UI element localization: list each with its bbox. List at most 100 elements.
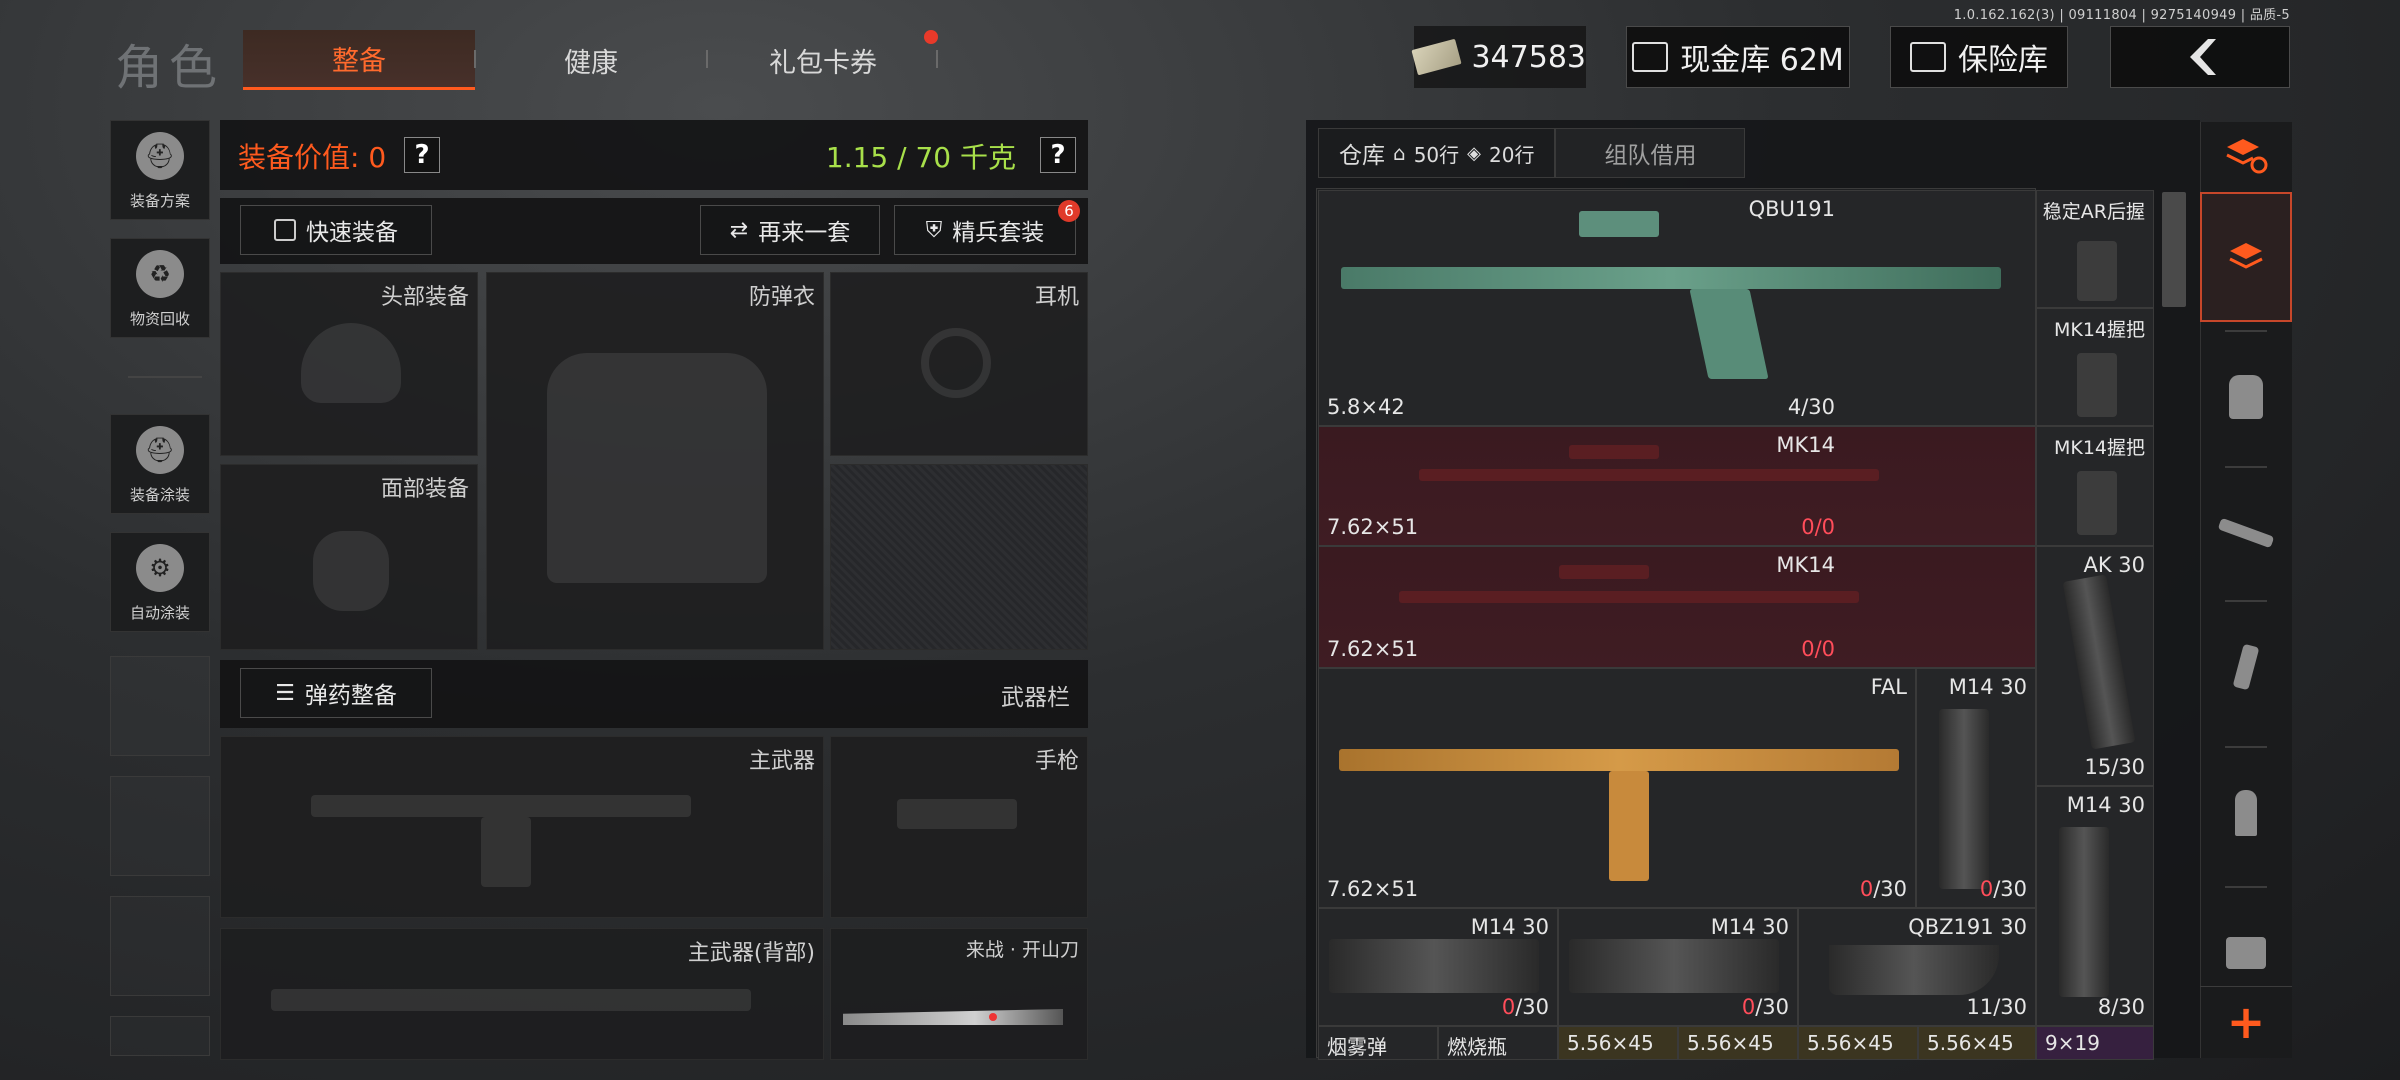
storage-item-mk14[interactable]: MK14 7.62×51 0/0 <box>1318 546 2036 668</box>
magazine-image <box>2062 574 2136 750</box>
rifle-mag-image <box>1689 289 1769 379</box>
body-armor-label: 防弹衣 <box>748 285 815 310</box>
storage-item-qbu191[interactable]: QBU191 5.8×42 4/30 <box>1318 190 2036 426</box>
back-button[interactable] <box>2110 26 2290 88</box>
storage-item-ammo-556[interactable]: 5.56×45 <box>1678 1026 1798 1060</box>
ammo-prep-button[interactable]: ☰ 弹药整备 <box>240 668 432 718</box>
head-gear-label: 头部装备 <box>380 285 469 310</box>
melee-slot[interactable]: 来战 · 开山刀 <box>830 928 1088 1060</box>
face-gear-label: 面部装备 <box>380 477 469 502</box>
storage-item-mk14-grip[interactable]: MK14握把 <box>2036 426 2154 546</box>
item-name: M14 30 <box>1470 915 1549 939</box>
item-name: M14 30 <box>2066 793 2145 817</box>
brush-gear-icon: ⚙ <box>136 544 184 592</box>
headset-slot[interactable]: 耳机 <box>830 272 1088 456</box>
quick-equip-button[interactable]: 快速装备 <box>240 205 432 255</box>
magazine-image <box>1569 939 1779 993</box>
item-count: 4/30 <box>1787 395 1835 419</box>
storage-item-m14-mag[interactable]: M14 30 0/30 <box>1558 908 1798 1026</box>
grip-image <box>2077 241 2117 301</box>
storage-item-mk14-grip[interactable]: MK14握把 <box>2036 308 2154 426</box>
item-name: MK14握把 <box>2053 319 2145 341</box>
item-name: QBZ191 30 <box>1908 915 2027 939</box>
add-category-button[interactable]: + <box>2200 986 2292 1056</box>
face-gear-slot[interactable]: 面部装备 <box>220 464 478 650</box>
storage-tabs: 仓库 ⌂ 50行 ◈ 20行 组队借用 <box>1318 128 1746 180</box>
storage-item-m14-mag[interactable]: M14 30 0/30 <box>1916 668 2036 908</box>
storage-item-molotov[interactable]: 燃烧瓶 <box>1438 1026 1558 1060</box>
item-name: MK14握把 <box>2053 437 2145 459</box>
quick-equip-label: 快速装备 <box>306 220 398 246</box>
rifle-image <box>1399 591 1859 603</box>
grip-image <box>2077 353 2117 417</box>
equipment-value: 装备价值: 0 <box>238 141 387 174</box>
item-name: M14 30 <box>1710 915 1789 939</box>
primary-weapon-slot[interactable]: 主武器 <box>220 736 824 918</box>
item-name: MK14 <box>1776 553 1835 577</box>
again-button[interactable]: ⇄ 再来一套 <box>700 205 880 255</box>
cash-vault-button[interactable]: 现金库 62M <box>1626 26 1850 88</box>
supply-recycle-button[interactable]: ♻ 物资回收 <box>110 238 210 338</box>
storage-item-ammo-9mm[interactable]: 9×19 <box>2036 1026 2154 1060</box>
helmet-brush-icon: ⛑ <box>136 426 184 474</box>
rifle-image <box>1339 749 1899 771</box>
equipment-paint-button[interactable]: ⛑ 装备涂装 <box>110 414 210 514</box>
headset-icon <box>921 328 991 398</box>
tab-team-borrow[interactable]: 组队借用 <box>1555 128 1746 178</box>
scope-image <box>1579 211 1659 237</box>
magazine-image <box>2059 827 2109 997</box>
item-count: 8/30 <box>2097 995 2145 1019</box>
cash-display: 347583 <box>1411 26 1586 88</box>
storage-item-ammo-556[interactable]: 5.56×45 <box>1558 1026 1678 1060</box>
storage-item-ak-mag[interactable]: AK 30 15/30 <box>2036 546 2154 786</box>
primary-back-slot[interactable]: 主武器(背部) <box>220 928 824 1060</box>
shirt-icon <box>274 219 296 241</box>
loadout-plans-button[interactable]: ⛑ 装备方案 <box>110 120 210 220</box>
storage-item-m14-mag[interactable]: M14 30 8/30 <box>2036 786 2154 1026</box>
pistol-slot[interactable]: 手枪 <box>830 736 1088 918</box>
storage-item-ammo-556[interactable]: 5.56×45 <box>1918 1026 2036 1060</box>
storage-item-ar-grip[interactable]: 稳定AR后握 <box>2036 190 2154 308</box>
storage-item-qbz191-mag[interactable]: QBZ191 30 11/30 <box>1798 908 2036 1026</box>
category-magazine-button[interactable] <box>2200 602 2292 732</box>
storage-item-mk14[interactable]: MK14 7.62×51 0/0 <box>1318 426 2036 546</box>
page-title: 角色 <box>115 40 224 96</box>
item-count: 0/30 <box>1859 877 1907 901</box>
tab-warehouse[interactable]: 仓库 ⌂ 50行 ◈ 20行 <box>1318 128 1556 178</box>
refresh-icon: ⇄ <box>729 217 749 243</box>
bullet-icon <box>2235 790 2257 836</box>
body-armor-slot[interactable]: 防弹衣 <box>486 272 824 650</box>
helmet-grid-icon: ⛑ <box>136 132 184 180</box>
storage-item-ammo-556[interactable]: 5.56×45 <box>1798 1026 1918 1060</box>
primary-back-label: 主武器(背部) <box>687 941 815 966</box>
melee-label: 来战 · 开山刀 <box>965 939 1079 961</box>
category-all-button[interactable] <box>2200 192 2292 322</box>
grip-image <box>2077 471 2117 535</box>
storage-item-smoke[interactable]: 烟雾弹 <box>1318 1026 1438 1060</box>
storage-item-m14-mag[interactable]: M14 30 0/30 <box>1318 908 1558 1026</box>
item-count: 0/0 <box>1801 515 1835 539</box>
item-name: MK14 <box>1776 433 1835 457</box>
tab-prepare[interactable]: 整备 <box>243 30 475 90</box>
safe-box-button[interactable]: 保险库 <box>1890 26 2068 88</box>
storage-item-fal[interactable]: FAL 7.62×51 0/30 <box>1318 668 1916 908</box>
home-icon: ⌂ <box>1393 141 1406 165</box>
category-ammo-button[interactable] <box>2200 748 2292 878</box>
category-armor-button[interactable] <box>2200 332 2292 462</box>
storage-scrollbar[interactable] <box>2162 192 2186 307</box>
category-weapon-button[interactable] <box>2200 468 2292 598</box>
item-count: 0/0 <box>1801 637 1835 661</box>
tab-health[interactable]: 健康 <box>475 30 707 90</box>
value-help-button[interactable]: ? <box>404 137 440 173</box>
elite-suit-button[interactable]: ⛨ 精兵套装 <box>894 205 1076 255</box>
ticket-icon: ◈ <box>1467 142 1481 164</box>
item-name: QBU191 <box>1748 197 1835 221</box>
item-caliber: 7.62×51 <box>1327 637 1419 661</box>
cash-amount: 347583 <box>1471 39 1586 75</box>
head-gear-slot[interactable]: 头部装备 <box>220 272 478 456</box>
auto-paint-button[interactable]: ⚙ 自动涂装 <box>110 532 210 632</box>
sort-refresh-button[interactable] <box>2200 122 2292 192</box>
tab-gift-coupons[interactable]: 礼包卡券 <box>707 30 939 90</box>
weight-help-button[interactable]: ? <box>1040 137 1076 173</box>
sidebar-divider <box>128 376 202 378</box>
